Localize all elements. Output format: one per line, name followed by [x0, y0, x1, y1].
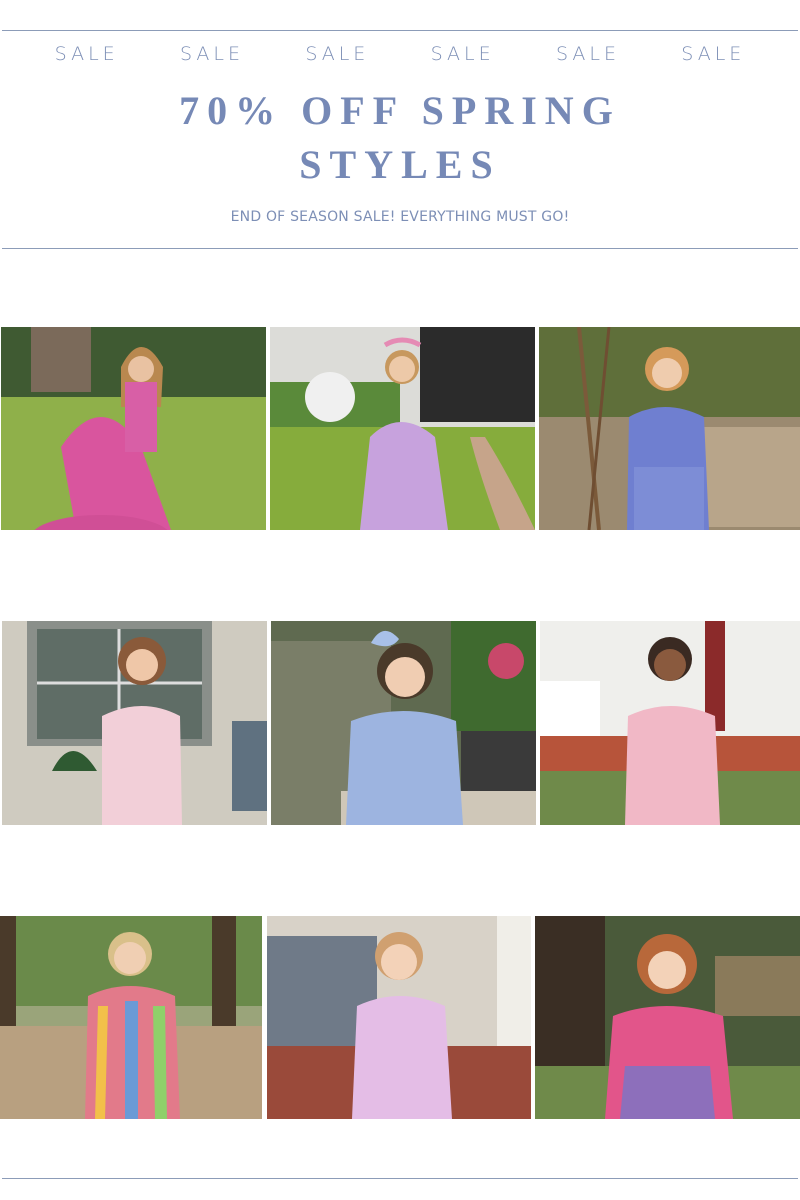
sale-label: SALE [430, 43, 495, 65]
product-photo-lilac-flutter-dress[interactable] [270, 327, 535, 530]
sale-label: SALE [54, 43, 119, 65]
header-bottom-divider [2, 248, 798, 249]
footer-divider [2, 1178, 798, 1179]
sale-label: SALE [555, 43, 620, 65]
product-photo-toddler-pink-halter-dress[interactable] [267, 916, 531, 1119]
product-photo-pink-smocked-top[interactable] [535, 916, 800, 1119]
sale-label: SALE [681, 43, 746, 65]
sale-headline: 70% OFF SPRING STYLES [0, 84, 800, 192]
sale-subheadline: END OF SEASON SALE! EVERYTHING MUST GO! [230, 209, 570, 225]
product-photo-pink-tiered-dress[interactable] [1, 327, 266, 530]
sale-ticker: SALE SALE SALE SALE SALE SALE [0, 40, 800, 68]
sale-label: SALE [305, 43, 370, 65]
sale-label: SALE [179, 43, 244, 65]
product-photo-pink-floral-romper[interactable] [2, 621, 267, 825]
product-photo-rainbow-stripe-dress[interactable] [0, 916, 262, 1119]
product-photo-blue-smocked-set[interactable] [539, 327, 800, 530]
product-photo-pink-flutter-dress[interactable] [540, 621, 800, 825]
product-photo-blue-plaid-dress[interactable] [271, 621, 536, 825]
headline-line-1: 70% OFF SPRING [179, 88, 621, 133]
headline-line-2: STYLES [299, 142, 501, 187]
top-divider [2, 30, 798, 31]
